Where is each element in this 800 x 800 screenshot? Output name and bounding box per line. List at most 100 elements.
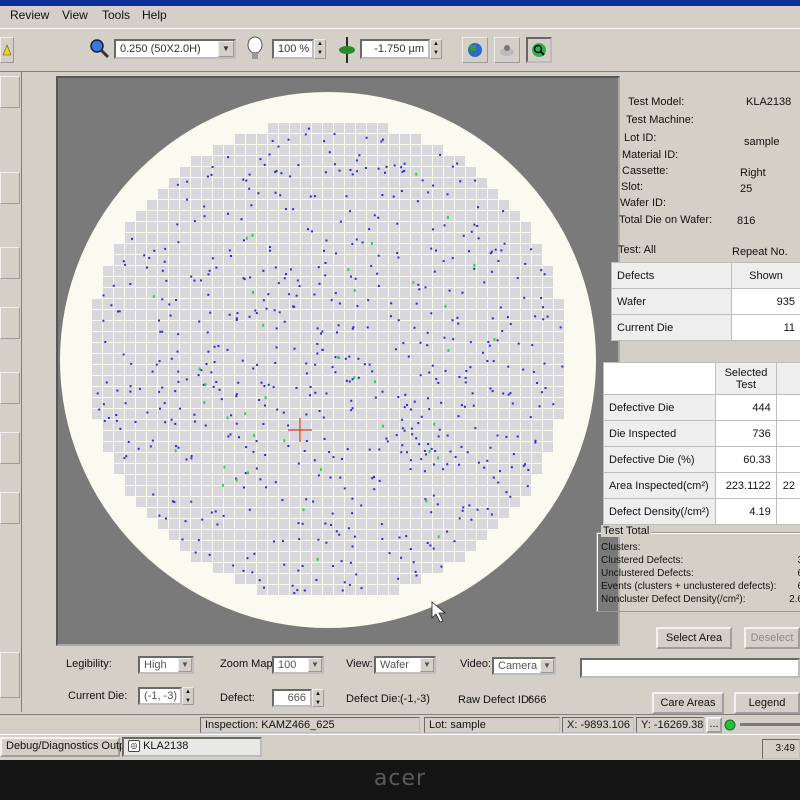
die-cell (345, 200, 355, 210)
taskbar-debug-output[interactable]: Debug/Diagnostics Output (0, 737, 134, 757)
die-cell (114, 442, 124, 452)
defect-marker (197, 539, 200, 542)
menu-view[interactable]: View (62, 8, 88, 22)
left-tool-button[interactable] (0, 492, 20, 524)
defect-marker (340, 560, 343, 563)
defect-marker (289, 268, 292, 271)
die-cell (499, 288, 509, 298)
die-cell (543, 299, 553, 309)
focus-spinner[interactable]: ▲ ▼ (430, 39, 442, 59)
menu-tools[interactable]: Tools (102, 8, 130, 22)
status-more-button[interactable]: ... (706, 717, 722, 733)
chevron-down-icon[interactable]: ▼ (420, 658, 434, 672)
die-cell (466, 530, 476, 540)
die-cell (136, 343, 146, 353)
wafer-map-canvas[interactable] (56, 76, 620, 646)
die-cell (356, 464, 366, 474)
die-cell (367, 156, 377, 166)
defect-marker (237, 381, 240, 384)
die-cell (290, 354, 300, 364)
die-cell (92, 310, 102, 320)
menu-help[interactable]: Help (142, 8, 167, 22)
lightbulb-icon[interactable] (246, 35, 264, 66)
die-cell (158, 211, 168, 221)
defect-marker (473, 223, 476, 226)
zoom-percent-field[interactable]: 100 % (272, 39, 314, 59)
die-cell (257, 420, 267, 430)
defect-marker (259, 478, 262, 481)
table-row[interactable]: Current Die 11 (611, 314, 800, 341)
current-die-field[interactable]: (-1, -3) (138, 687, 182, 705)
pixel-size-select[interactable]: 0.250 (50X2.0H) ▼ (114, 39, 236, 59)
die-cell (323, 244, 333, 254)
chevron-down-icon[interactable]: ▼ (540, 659, 554, 673)
current-die-spinner[interactable]: ▲ ▼ (182, 687, 194, 705)
defect-marker (412, 561, 415, 564)
left-tool-button[interactable] (0, 432, 20, 464)
legend-button[interactable]: Legend (734, 692, 800, 714)
zoom-map-select[interactable]: 100 ▼ (272, 656, 324, 674)
view-select[interactable]: Wafer ▼ (374, 656, 436, 674)
zoom-spinner[interactable]: ▲ ▼ (314, 39, 326, 59)
die-cell (290, 453, 300, 463)
die-cell (488, 255, 498, 265)
left-tool-button[interactable] (0, 76, 20, 108)
chevron-down-icon[interactable]: ▼ (178, 658, 192, 672)
wafer-map-icon[interactable] (462, 37, 488, 63)
defect-spinner[interactable]: ▲ ▼ (312, 689, 324, 707)
die-cell (488, 211, 498, 221)
die-cell (235, 431, 245, 441)
die-cell (433, 475, 443, 485)
die-cell (378, 233, 388, 243)
left-tool-button[interactable] (0, 172, 20, 204)
die-cell (411, 453, 421, 463)
status-inspection: Inspection: KAMZ466_625 (200, 717, 420, 733)
defect-marker (277, 282, 280, 285)
menu-review[interactable]: Review (10, 8, 49, 22)
left-tool-button[interactable] (0, 307, 20, 339)
status-y-coordinate: Y: -16269.387 (636, 717, 704, 733)
die-cell (378, 310, 388, 320)
chevron-down-icon[interactable]: ▼ (218, 41, 234, 57)
die-cell (488, 420, 498, 430)
die-cell (356, 222, 366, 232)
legibility-select[interactable]: High ▼ (138, 656, 194, 674)
die-cell (290, 409, 300, 419)
defect-marker (98, 408, 101, 411)
focus-icon[interactable] (336, 37, 358, 66)
focus-offset-field[interactable]: -1.750 µm (360, 39, 430, 59)
review-image-icon[interactable] (494, 37, 520, 63)
status-slider-track[interactable] (740, 723, 800, 726)
die-cell (191, 299, 201, 309)
die-cell (367, 530, 377, 540)
magnifier-icon[interactable] (88, 37, 110, 62)
die-cell (125, 343, 135, 353)
defect-marker (276, 408, 279, 411)
care-areas-button[interactable]: Care Areas (652, 692, 724, 714)
die-cell (202, 255, 212, 265)
left-tool-button[interactable] (0, 372, 20, 404)
zoom-search-icon[interactable] (526, 37, 552, 63)
defect-marker (329, 476, 332, 479)
left-tool-button[interactable] (0, 247, 20, 279)
die-cell (499, 420, 509, 430)
left-tool-button[interactable] (0, 652, 20, 698)
deselect-area-button[interactable]: Deselect A (744, 627, 800, 649)
defect-marker (526, 485, 529, 488)
die-cell (103, 321, 113, 331)
warning-icon[interactable] (0, 37, 14, 63)
defect-marker (301, 522, 304, 525)
taskbar-kla-app[interactable]: ◎ KLA2138 (122, 737, 262, 757)
die-cell (301, 266, 311, 276)
legibility-label: Legibility: (66, 658, 112, 670)
select-area-button[interactable]: Select Area (656, 627, 732, 649)
wafer-map-svg[interactable] (58, 78, 618, 644)
die-cell (455, 486, 465, 496)
defect-marker (127, 441, 130, 443)
stats-row-extra (775, 498, 800, 525)
die-cell (224, 464, 234, 474)
defect-field[interactable]: 666 (272, 689, 312, 707)
chevron-down-icon[interactable]: ▼ (308, 658, 322, 672)
video-select[interactable]: Camera ▼ (492, 657, 556, 675)
table-row[interactable]: Wafer 935 (611, 288, 800, 315)
